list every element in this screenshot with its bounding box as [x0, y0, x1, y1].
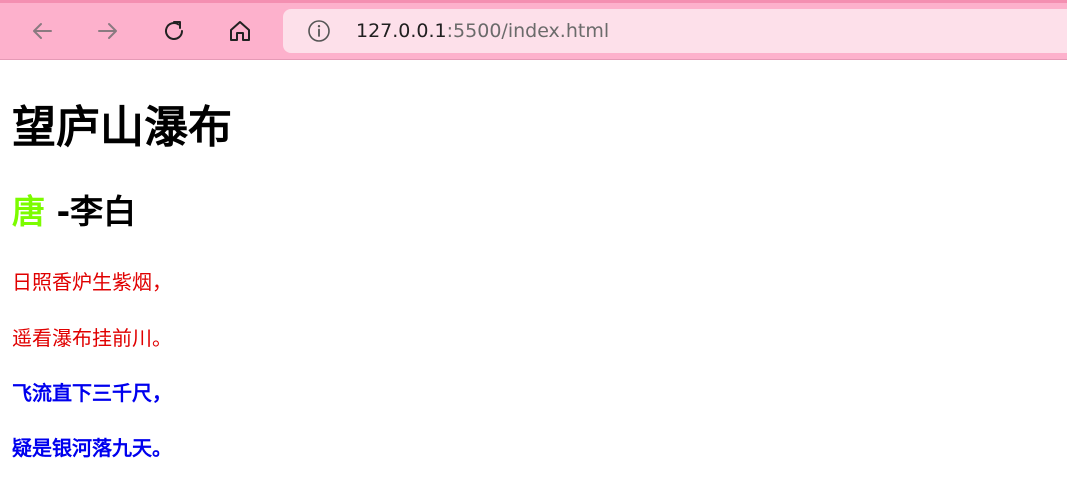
- info-icon[interactable]: [307, 19, 331, 43]
- back-arrow-icon: [33, 23, 52, 39]
- home-icon: [230, 21, 250, 41]
- poem-subtitle: 唐 -李白: [12, 190, 136, 234]
- address-bar[interactable]: 127.0.0.1:5500/index.html: [283, 9, 1067, 53]
- poem-title: 望庐山瀑布: [12, 102, 232, 153]
- url-path: :5500/index.html: [446, 20, 610, 42]
- forward-button[interactable]: [90, 13, 126, 49]
- poem-line-1: 日照香炉生紫烟，: [12, 270, 172, 294]
- browser-toolbar: 127.0.0.1:5500/index.html: [0, 0, 1067, 60]
- author-label: -李白: [45, 192, 137, 231]
- back-button[interactable]: [24, 13, 60, 49]
- reload-icon: [165, 21, 183, 40]
- poem-line-2: 遥看瀑布挂前川。: [12, 326, 172, 350]
- home-button[interactable]: [222, 13, 258, 49]
- poem-line-4: 疑是银河落九天。: [12, 436, 172, 460]
- reload-button[interactable]: [156, 13, 192, 49]
- poem-line-3: 飞流直下三千尺，: [12, 381, 172, 405]
- url-text[interactable]: 127.0.0.1:5500/index.html: [356, 20, 609, 42]
- url-host: 127.0.0.1: [356, 20, 447, 42]
- forward-arrow-icon: [98, 23, 117, 39]
- dynasty-label: 唐: [12, 192, 45, 231]
